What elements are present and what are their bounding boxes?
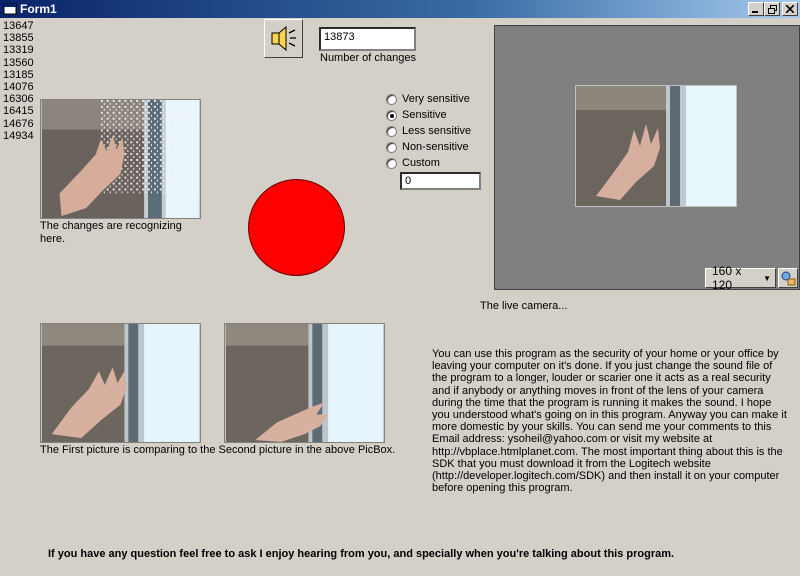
changes-history-item: 16306 bbox=[3, 93, 34, 106]
radio-label: Sensitive bbox=[402, 109, 447, 121]
changes-history-item: 13560 bbox=[3, 56, 34, 69]
radio-less-sensitive[interactable]: Less sensitive bbox=[386, 123, 471, 139]
radio-label: Less sensitive bbox=[402, 125, 472, 137]
changes-history-item: 13185 bbox=[3, 68, 34, 81]
live-camera-view bbox=[575, 85, 737, 207]
speaker-icon bbox=[271, 25, 296, 52]
motion-indicator bbox=[248, 179, 345, 276]
radio-custom[interactable]: Custom bbox=[386, 155, 440, 171]
changes-history-item: 13319 bbox=[3, 44, 34, 57]
radio-button[interactable] bbox=[386, 157, 397, 169]
radio-non-sensitive[interactable]: Non-sensitive bbox=[386, 139, 469, 155]
close-button[interactable] bbox=[782, 2, 798, 16]
app-icon bbox=[3, 3, 17, 15]
radio-button[interactable] bbox=[386, 109, 397, 121]
changes-history-item: 14676 bbox=[3, 117, 34, 130]
changes-picture bbox=[40, 99, 201, 219]
live-camera-caption: The live camera... bbox=[480, 300, 568, 312]
camera-settings-icon bbox=[781, 271, 796, 286]
radio-label: Non-sensitive bbox=[402, 141, 469, 153]
resolution-value: 160 x 120 bbox=[712, 264, 742, 292]
changes-caption: The changes are recognizing here. bbox=[40, 220, 182, 245]
second-picture bbox=[224, 323, 385, 443]
changes-history-item: 13855 bbox=[3, 32, 34, 45]
changes-history-item: 13647 bbox=[3, 20, 34, 32]
dropdown-arrow-icon: ▼ bbox=[763, 273, 771, 283]
radio-button[interactable] bbox=[386, 125, 397, 137]
radio-button[interactable] bbox=[386, 141, 397, 153]
changes-history-list: 13647 13855 13319 13560 13185 14076 16306 16415… bbox=[3, 20, 34, 142]
custom-sensitivity-field[interactable]: 0 bbox=[400, 172, 481, 190]
minimize-icon bbox=[752, 11, 758, 13]
compare-caption: The First picture is comparing to the Se… bbox=[40, 444, 396, 456]
radio-button[interactable] bbox=[386, 93, 397, 105]
close-icon bbox=[786, 5, 794, 13]
change-count-label: Number of changes bbox=[320, 52, 416, 64]
window-title: Form1 bbox=[20, 2, 57, 16]
radio-label: Custom bbox=[402, 157, 440, 169]
camera-settings-button[interactable] bbox=[778, 268, 798, 288]
first-picture bbox=[40, 323, 201, 443]
footer-note: If you have any question feel free to as… bbox=[48, 548, 675, 560]
restore-button[interactable] bbox=[764, 2, 780, 16]
restore-icon bbox=[767, 4, 777, 14]
description-text: You can use this program as the security… bbox=[432, 348, 787, 495]
resolution-select[interactable]: 160 x 120 ▼ bbox=[705, 264, 776, 292]
title-bar[interactable]: Form1 bbox=[0, 0, 800, 18]
changes-history-item: 14934 bbox=[3, 129, 34, 142]
sound-button[interactable] bbox=[264, 19, 303, 58]
radio-sensitive[interactable]: Sensitive bbox=[386, 107, 447, 123]
changes-history-item: 14076 bbox=[3, 81, 34, 94]
change-count-field[interactable]: 13873 bbox=[319, 27, 416, 51]
changes-history-item: 16415 bbox=[3, 105, 34, 118]
radio-label: Very sensitive bbox=[402, 93, 470, 105]
minimize-button[interactable] bbox=[748, 2, 764, 16]
radio-very-sensitive[interactable]: Very sensitive bbox=[386, 91, 470, 107]
